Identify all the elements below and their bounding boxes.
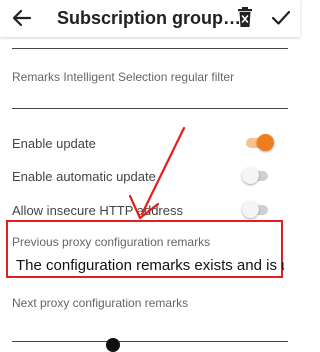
filter-label: Remarks Intelligent Selection regular fi…	[12, 70, 235, 84]
enable-update-toggle[interactable]	[246, 133, 274, 153]
next-proxy-input-underline	[12, 341, 288, 342]
check-icon[interactable]	[270, 7, 292, 29]
delete-icon[interactable]	[234, 6, 256, 30]
insecure-http-toggle[interactable]	[242, 200, 270, 220]
text-cursor-handle[interactable]	[106, 338, 120, 352]
insecure-http-label: Allow insecure HTTP address	[12, 203, 183, 218]
toggle-thumb	[242, 167, 259, 184]
toggle-thumb	[242, 201, 259, 218]
auto-update-label: Enable automatic update	[12, 169, 156, 184]
prev-proxy-label: Previous proxy configuration remarks	[12, 235, 211, 249]
back-arrow-icon[interactable]	[10, 7, 34, 29]
next-proxy-label: Next proxy configuration remarks	[12, 296, 189, 310]
page-title: Subscription group s...	[57, 8, 243, 28]
previous-field-underline	[12, 48, 288, 49]
filter-input-underline	[12, 108, 288, 109]
enable-update-label: Enable update	[12, 136, 96, 151]
app-bar: Subscription group s...	[0, 0, 300, 37]
prev-proxy-input[interactable]: The configuration remarks exists and is …	[16, 257, 284, 274]
auto-update-toggle[interactable]	[242, 166, 270, 186]
toggle-thumb	[257, 134, 274, 151]
